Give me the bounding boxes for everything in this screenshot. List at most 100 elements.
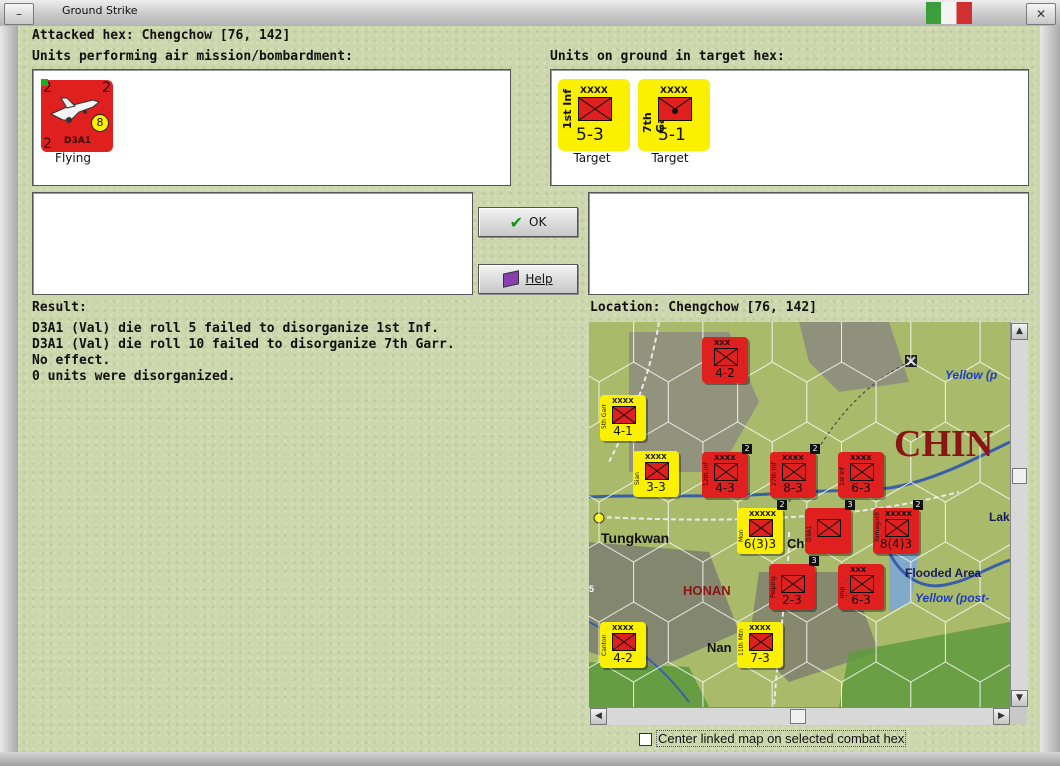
map-unit-strength: 6-3 — [851, 481, 871, 495]
result-line: D3A1 (Val) die roll 10 failed to disorga… — [32, 337, 455, 352]
map-unit-strength: 4-2 — [613, 651, 633, 665]
air-unit-status: Flying — [55, 151, 91, 165]
map-unit-strength: 6(3)3 — [743, 537, 777, 551]
location-label: Location: Chengchow [76, 142] — [590, 300, 817, 315]
infantry-icon — [578, 97, 612, 121]
close-icon[interactable]: ✕ — [1026, 3, 1056, 25]
map-unit-counter[interactable]: XXXX Sian 3-3 — [633, 451, 679, 497]
map-country-label: CHIN — [894, 423, 994, 465]
scroll-up-icon[interactable]: ▲ — [1011, 323, 1028, 340]
scroll-right-icon[interactable]: ▶ — [993, 708, 1010, 725]
unit-type-icon — [817, 519, 841, 537]
vertical-scroll-thumb[interactable] — [1012, 468, 1027, 484]
map-unit-size: XXXX — [749, 624, 771, 632]
map-unit-counter[interactable]: XXX 4-2 — [702, 337, 748, 383]
map-unit-size: XXXX — [612, 624, 634, 632]
map-unit-counter[interactable]: XXXX 11th Mtn 7-3 — [737, 622, 783, 668]
help-book-icon — [503, 270, 520, 288]
map-unit-counter[interactable]: XXXXX Yamaguchi 8(4)3 2 — [873, 500, 923, 554]
map-hex-number: 5 — [589, 584, 595, 594]
map-label-lake: Lak — [989, 510, 1010, 524]
bottom-frame — [0, 752, 1060, 766]
result-line: 0 units were disorganized. — [32, 369, 236, 384]
center-map-checkbox-label[interactable]: Center linked map on selected combat hex — [656, 730, 907, 747]
stack-count-badge: 2 — [777, 500, 787, 510]
ground-unit-counter-2[interactable]: 7th Garr XXXX 5-1 — [638, 79, 710, 151]
unit-type-icon — [645, 462, 669, 480]
ready-indicator-icon — [41, 79, 48, 86]
window-title: Ground Strike — [62, 4, 138, 17]
map-unit-size: XXXX — [645, 453, 667, 461]
unit-type-icon — [612, 406, 636, 424]
map-unit-counter[interactable]: XXXX Canton 4-2 — [600, 622, 646, 668]
map-unit-strength: 4-1 — [613, 424, 633, 438]
map-label-tungkwan: Tungkwan — [601, 530, 670, 546]
horizontal-scroll-thumb[interactable] — [790, 709, 806, 724]
map-unit-size: XXXX — [850, 454, 872, 462]
map-unit-size: XXXXX — [885, 510, 912, 518]
stack-count-badge: 2 — [810, 444, 820, 454]
right-frame — [1040, 26, 1060, 752]
result-line: No effect. — [32, 353, 111, 368]
map-unit-name: D3A1 — [806, 525, 813, 542]
nation-flag-icon — [926, 2, 972, 24]
center-map-checkbox[interactable] — [639, 733, 652, 746]
help-button[interactable]: Help — [478, 264, 578, 294]
unit-type-icon — [749, 519, 773, 537]
map-unit-counter[interactable]: XXXX 1st Inf 6-3 — [838, 452, 884, 498]
air-unit-name: D3A1 — [64, 136, 91, 146]
map-unit-counter[interactable]: Peiping 2-3 3 — [769, 556, 819, 610]
result-line: D3A1 (Val) die roll 5 failed to disorgan… — [32, 321, 439, 336]
air-unit-counter[interactable]: 2 2 2 D3A1 8 — [41, 80, 113, 152]
ground-details-panel — [588, 192, 1029, 295]
map-unit-size: XXXX — [714, 454, 736, 462]
map-unit-counter[interactable]: XXXXX Mon 6(3)3 2 — [737, 500, 787, 554]
unit-type-icon — [714, 463, 738, 481]
map-label-ch: Ch — [787, 536, 805, 551]
unit-type-icon — [749, 633, 773, 651]
ground-unit-1-status: Target — [573, 151, 611, 165]
map-label-flooded-area: Flooded Area — [905, 566, 982, 580]
map-unit-strength: 3-3 — [646, 480, 666, 494]
unit-type-icon — [782, 463, 806, 481]
checkmark-icon: ✔ — [509, 212, 524, 232]
air-units-label: Units performing air mission/bombardment… — [32, 49, 353, 64]
map-unit-strength: 6-3 — [851, 593, 871, 607]
stack-count-badge: 2 — [913, 500, 923, 510]
result-label: Result: — [32, 300, 87, 315]
map-unit-strength: 4-2 — [715, 366, 735, 380]
stack-count-badge: 3 — [809, 556, 819, 566]
scroll-down-icon[interactable]: ▼ — [1011, 690, 1028, 707]
map-vertical-scrollbar[interactable] — [1010, 322, 1028, 707]
scroll-left-icon[interactable]: ◀ — [590, 708, 607, 725]
minimize-icon[interactable]: – — [4, 3, 34, 25]
map-unit-size: XXXXX — [749, 510, 776, 518]
map-unit-size: XXXX — [612, 397, 634, 405]
map-unit-size: XXXX — [782, 454, 804, 462]
map-unit-strength: 8-3 — [783, 481, 803, 495]
unit-type-icon — [781, 575, 805, 593]
attacked-hex-label: Attacked hex: Chengchow [76, 142] — [32, 28, 291, 43]
map-label-yellow-river: Yellow (p — [945, 368, 998, 382]
garrison-icon — [658, 97, 692, 121]
map-unit-counter[interactable]: XXXImp Guard6-3 — [838, 564, 884, 610]
map-unit-strength: 8(4)3 — [879, 537, 913, 551]
ground-unit-2-status: Target — [651, 151, 689, 165]
ok-button[interactable]: ✔ OK — [478, 207, 578, 237]
map-unit-counter[interactable]: XXXX 12th Inf 4-3 2 — [702, 444, 752, 498]
map-unit-counter[interactable]: XXXX 5th Garr 4-1 — [600, 395, 646, 441]
stack-count-badge: 2 — [742, 444, 752, 454]
result-text: D3A1 (Val) die roll 5 failed to disorgan… — [32, 321, 455, 385]
left-frame — [0, 26, 18, 752]
map-unit-strength: 7-3 — [750, 651, 770, 665]
dive-bomber-icon — [49, 97, 101, 123]
unit-type-icon — [714, 348, 738, 366]
ground-unit-counter-1[interactable]: 1st Inf XXXX 5-3 — [558, 79, 630, 151]
map-unit-counter[interactable]: D3A1 3 — [805, 500, 855, 554]
hex-map[interactable]: CHIN Tungkwan HONAN Flooded Area Yellow … — [589, 322, 1010, 707]
scroll-corner — [1010, 707, 1027, 724]
unit-type-icon — [850, 575, 874, 593]
map-unit-counter[interactable]: XXXX 27th Inf 8-3 2 — [770, 444, 820, 498]
unit-type-icon — [612, 633, 636, 651]
map-unit-size: XXX — [714, 339, 731, 347]
